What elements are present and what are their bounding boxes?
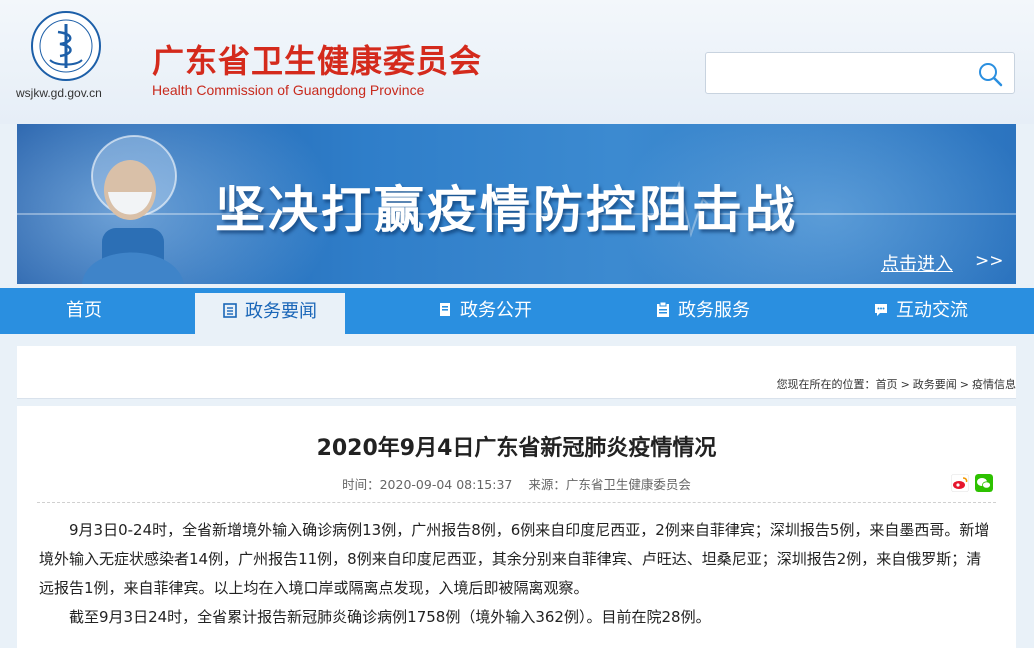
article-paragraph: 截至9月3日24时，全省累计报告新冠肺炎确诊病例1758例（境外输入362例）。… [69,608,711,626]
nav-news-label: 政务要闻 [245,301,317,322]
document-icon [440,303,450,316]
site-domain: wsjkw.gd.gov.cn [16,86,102,100]
nav-public-affairs[interactable]: 政务公开 [438,288,532,334]
breadcrumb-epidemic-info[interactable]: 疫情信息 [972,378,1016,391]
breadcrumb-panel: 您现在所在的位置：首页 > 政务要闻 > 疫情信息 [17,346,1016,399]
breadcrumb-separator: > [959,378,969,391]
article-time: 时间：2020-09-04 08:15:37 [342,477,513,492]
article-body: 9月3日0-24时，全省新增境外输入确诊病例13例，广州报告8例，6例来自印度尼… [39,516,994,632]
health-commission-logo[interactable] [30,10,102,82]
nav-public-affairs-label: 政务公开 [460,300,532,321]
search-icon[interactable] [976,60,1004,88]
clipboard-icon [657,302,669,317]
article: 2020年9月4日广东省新冠肺炎疫情情况 时间：2020-09-04 08:15… [17,406,1016,648]
nav-services[interactable]: 政务服务 [656,288,750,334]
news-icon [223,303,237,318]
banner-enter-link[interactable]: 点击进入 [881,250,953,276]
nav-services-label: 政务服务 [678,300,750,321]
breadcrumb-home[interactable]: 首页 [876,378,898,391]
search-box [705,52,1015,94]
breadcrumb-news[interactable]: 政务要闻 [913,378,957,391]
article-paragraph: 9月3日0-24时，全省新增境外输入确诊病例13例，广州报告8例，6例来自印度尼… [39,521,990,597]
breadcrumb-separator: > [900,378,910,391]
wechat-icon[interactable] [975,474,993,492]
site-title-english: Health Commission of Guangdong Province [152,82,425,98]
article-meta: 时间：2020-09-04 08:15:37 来源：广东省卫生健康委员会 [17,474,1016,493]
nav-home[interactable]: 首页 [66,288,102,334]
breadcrumb: 您现在所在的位置：首页 > 政务要闻 > 疫情信息 [777,376,1016,392]
epidemic-banner[interactable]: 坚决打赢疫情防控阻击战 点击进入 >> [17,124,1016,284]
article-title: 2020年9月4日广东省新冠肺炎疫情情况 [316,436,717,461]
search-input[interactable] [714,59,968,89]
site-title[interactable]: 广东省卫生健康委员会 [152,36,482,82]
nav-home-label: 首页 [66,300,102,321]
nav-interaction-label: 互动交流 [896,300,968,321]
breadcrumb-prefix: 您现在所在的位置： [776,378,876,391]
medical-worker-image [82,135,184,284]
chat-icon [875,304,887,316]
nav-interaction[interactable]: 互动交流 [874,288,968,334]
weibo-icon[interactable] [951,474,969,492]
article-divider [37,502,996,503]
banner-slogan: 坚决打赢疫情防控阻击战 [215,181,798,239]
article-source: 来源：广东省卫生健康委员会 [528,477,691,492]
main-nav: 首页 政务要闻 政务公开 政务服务 互动交流 [0,288,1034,334]
site-header: wsjkw.gd.gov.cn 广东省卫生健康委员会 Health Commis… [0,0,1034,124]
double-chevron-right-icon: >> [975,251,1004,271]
nav-news[interactable]: 政务要闻 [195,293,345,334]
